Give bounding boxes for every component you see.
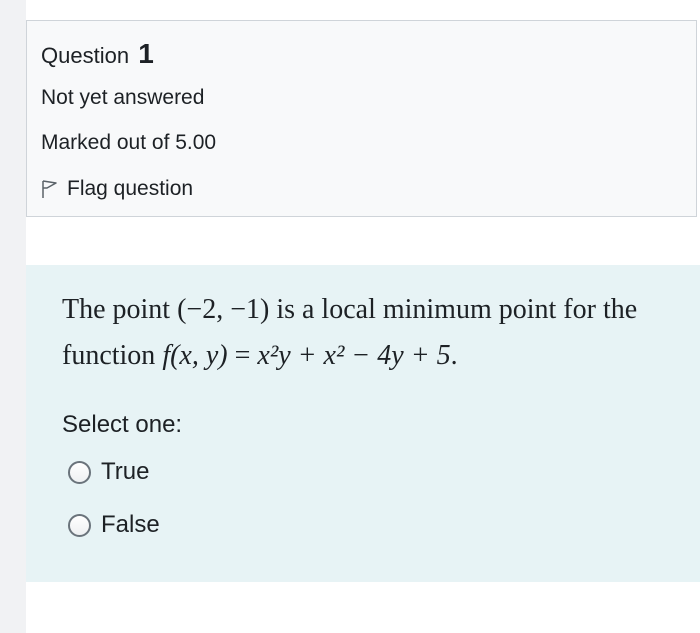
question-state: Not yet answered — [41, 86, 205, 109]
question-label: Question — [41, 43, 130, 68]
radio-false[interactable] — [68, 513, 91, 537]
question-grade: Marked out of 5.00 — [41, 131, 217, 154]
question-text-part1: The point — [62, 294, 178, 325]
function-equals: = — [227, 340, 258, 371]
answer-option-label[interactable]: True — [101, 457, 149, 487]
flag-question-link[interactable]: Flag question — [41, 175, 193, 203]
question-title: Question 1 — [41, 39, 154, 71]
question-text: The point (−2, −1) is a local minimum po… — [62, 287, 682, 379]
question-number: 1 — [138, 38, 154, 69]
answer-option-label[interactable]: False — [101, 510, 160, 540]
answer-option-false[interactable]: False — [68, 510, 160, 540]
question-formulation: The point (−2, −1) is a local minimum po… — [26, 265, 700, 582]
flag-question-label: Flag question — [67, 177, 194, 200]
question-point: (−2, −1) — [177, 294, 270, 325]
question-info-panel: Question 1 Not yet answered Marked out o… — [26, 20, 697, 217]
quiz-page: Question 1 Not yet answered Marked out o… — [0, 0, 700, 633]
flag-outline-icon — [42, 180, 57, 198]
radio-true[interactable] — [68, 460, 91, 484]
answer-prompt: Select one: — [62, 411, 183, 438]
question-text-end: . — [450, 340, 458, 371]
function-expression: f(x, y) = x²y + x² − 4y + 5 — [162, 340, 450, 371]
function-lhs: f(x, y) — [162, 340, 228, 371]
function-rhs: x²y + x² − 4y + 5 — [257, 340, 451, 371]
answer-option-true[interactable]: True — [68, 457, 149, 487]
